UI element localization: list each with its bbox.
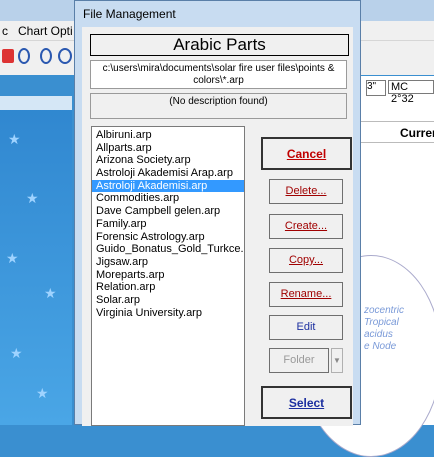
star-icon: ★ (8, 131, 21, 147)
create-button[interactable]: Create... (269, 214, 343, 239)
bg-chart-panel-left: ★ ★ ★ ★ ★ ★ (0, 96, 72, 425)
file-type-heading: Arabic Parts (90, 34, 349, 56)
bg-panel-header (0, 96, 72, 110)
chevron-down-icon: ▼ (331, 348, 343, 373)
star-icon: ★ (26, 190, 39, 206)
file-management-dialog: File Management Arabic Parts c:\users\mi… (74, 0, 361, 426)
bg-mc-field: MC 2°32 (388, 80, 434, 105)
delete-button[interactable]: Delete... (269, 179, 343, 204)
folder-path-field: c:\users\mira\documents\solar fire user … (90, 60, 347, 89)
file-list-item[interactable]: Virginia University.arp (92, 307, 244, 320)
file-list-item[interactable]: Relation.arp (92, 281, 244, 294)
bg-menu-item[interactable]: c (2, 24, 8, 38)
dialog-title: File Management (83, 7, 176, 21)
file-list-item[interactable]: Albiruni.arp (92, 129, 244, 142)
bg-wheel-labels: zocentric Tropical acidus e Node (364, 305, 404, 353)
star-icon: ★ (44, 285, 57, 301)
bg-field: 3" (366, 80, 386, 96)
bg-toolbar-icon[interactable] (2, 49, 14, 63)
star-icon: ★ (10, 345, 23, 361)
select-button[interactable]: Select (261, 386, 352, 419)
file-list-item[interactable]: Family.arp (92, 218, 244, 231)
bg-wheel-label: Tropical (364, 317, 399, 328)
file-list[interactable]: Albiruni.arp Allparts.arp Arizona Society.… (91, 126, 245, 426)
bg-wheel-label: zocentric (364, 305, 405, 316)
dialog-body: Arabic Parts c:\users\mira\documents\sol… (82, 27, 353, 426)
description-field: (No description found) (90, 93, 347, 119)
file-list-item[interactable]: Arizona Society.arp (92, 154, 244, 167)
file-list-item[interactable]: Astroloji Akademisi Arap.arp (92, 167, 244, 180)
file-list-item[interactable]: Forensic Astrology.arp (92, 231, 244, 244)
bg-toolbar-icon[interactable] (58, 48, 72, 64)
folder-button: Folder (269, 348, 329, 373)
bg-wheel-label: e Node (364, 341, 397, 352)
file-list-item[interactable]: Dave Campbell gelen.arp (92, 205, 244, 218)
file-list-item[interactable]: Moreparts.arp (92, 269, 244, 282)
file-list-item[interactable]: Jigsaw.arp (92, 256, 244, 269)
rename-button[interactable]: Rename... (269, 282, 343, 307)
file-list-item[interactable]: Guido_Bonatus_Gold_Turkce.a (92, 243, 244, 256)
file-list-item[interactable]: Solar.arp (92, 294, 244, 307)
file-list-item[interactable]: Astroloji Akademisi.arp (92, 179, 244, 193)
bg-wheel-label: acidus (364, 329, 393, 340)
copy-button[interactable]: Copy... (269, 248, 343, 273)
bg-toolbar-icon[interactable] (18, 48, 30, 64)
file-list-item[interactable]: Commodities.arp (92, 192, 244, 205)
edit-button[interactable]: Edit (269, 315, 343, 340)
bg-toolbar-icon[interactable] (40, 48, 52, 64)
bg-current-label: Curren (400, 126, 434, 140)
star-icon: ★ (6, 250, 19, 266)
star-icon: ★ (36, 385, 49, 401)
file-list-item[interactable]: Allparts.arp (92, 142, 244, 155)
bg-menu-chart-options[interactable]: Chart Opti (18, 24, 73, 38)
cancel-button[interactable]: Cancel (261, 137, 352, 170)
